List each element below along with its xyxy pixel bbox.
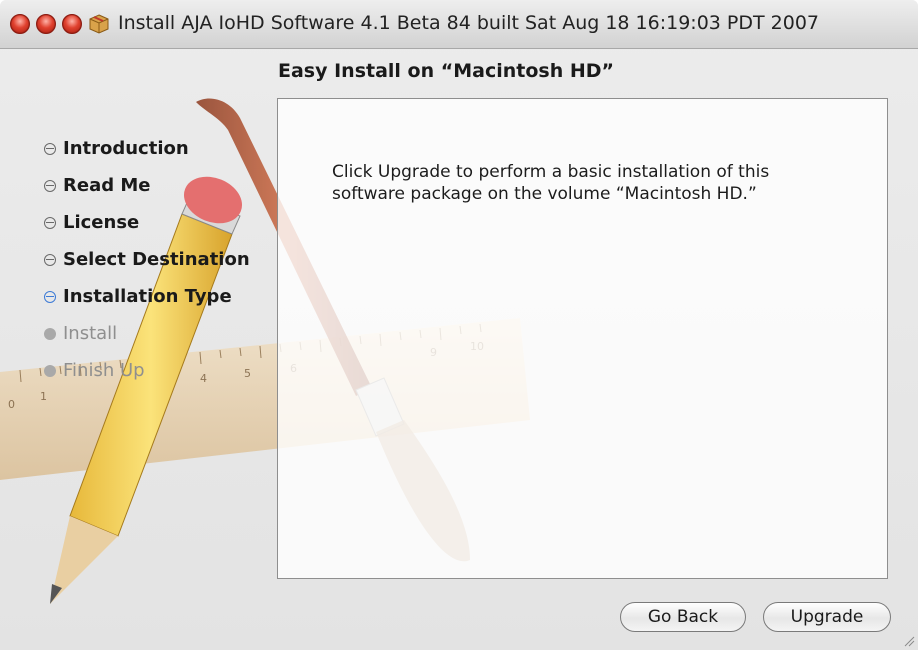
zoom-window-button[interactable] [62, 14, 82, 34]
package-icon [89, 14, 109, 34]
step-current-icon [44, 290, 56, 303]
resize-grip-icon[interactable] [903, 635, 915, 647]
step-install: Install [44, 315, 250, 352]
installer-steps-list: Introduction Read Me License Select Dest… [44, 130, 250, 389]
go-back-button[interactable]: Go Back [620, 602, 746, 632]
step-finish-up: Finish Up [44, 352, 250, 389]
step-license: License [44, 204, 250, 241]
step-select-destination: Select Destination [44, 241, 250, 278]
minimize-window-button[interactable] [36, 14, 56, 34]
step-read-me: Read Me [44, 167, 250, 204]
step-label: Select Destination [63, 249, 250, 270]
step-completed-icon [44, 179, 56, 192]
step-completed-icon [44, 216, 56, 229]
step-label: Finish Up [63, 360, 145, 381]
step-label: Introduction [63, 138, 189, 159]
step-pending-icon [44, 364, 56, 377]
content-panel: Click Upgrade to perform a basic install… [277, 98, 888, 579]
ruler-label-0: 0 [8, 398, 15, 411]
step-label: Read Me [63, 175, 151, 196]
step-introduction: Introduction [44, 130, 250, 167]
window-title: Install AJA IoHD Software 4.1 Beta 84 bu… [118, 12, 820, 34]
close-window-button[interactable] [10, 14, 30, 34]
title-bar[interactable]: Install AJA IoHD Software 4.1 Beta 84 bu… [0, 0, 918, 49]
step-label: Install [63, 323, 118, 344]
installer-window: Install AJA IoHD Software 4.1 Beta 84 bu… [0, 0, 918, 650]
install-message: Click Upgrade to perform a basic install… [332, 162, 770, 204]
step-installation-type: Installation Type [44, 278, 250, 315]
step-pending-icon [44, 327, 56, 340]
page-heading: Easy Install on “Macintosh HD” [278, 60, 615, 82]
step-completed-icon [44, 253, 56, 266]
step-label: Installation Type [63, 286, 232, 307]
step-label: License [63, 212, 140, 233]
upgrade-button[interactable]: Upgrade [763, 602, 891, 632]
ruler-label-1: 1 [40, 390, 47, 403]
step-completed-icon [44, 142, 56, 155]
